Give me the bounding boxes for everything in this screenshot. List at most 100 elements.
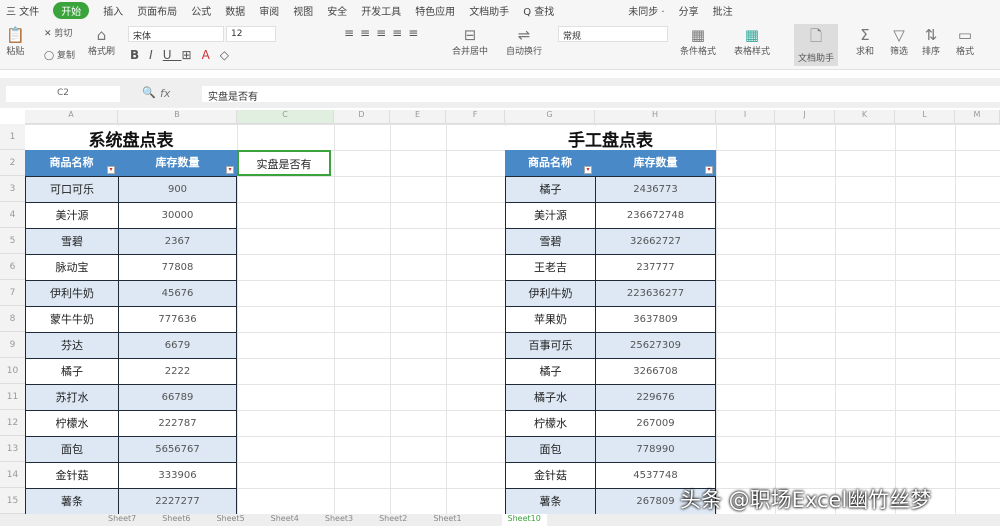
column-header[interactable]: B: [118, 110, 237, 124]
right-name-cell[interactable]: 雪碧: [505, 228, 596, 255]
left-name-cell[interactable]: 脉动宝: [25, 254, 119, 281]
menu-item[interactable]: 安全: [327, 3, 347, 18]
zoom-icon[interactable]: 🔍: [142, 86, 156, 99]
row-header[interactable]: 8: [0, 306, 25, 332]
format-button[interactable]: ▭ 格式: [956, 26, 974, 57]
right-name-cell[interactable]: 橘子: [505, 358, 596, 385]
sheet-tab[interactable]: Sheet7: [108, 514, 136, 526]
filter-button[interactable]: ▽ 筛选: [890, 26, 908, 57]
right-qty-cell[interactable]: 229676: [595, 384, 716, 411]
left-qty-cell[interactable]: 5656767: [118, 436, 237, 463]
number-format-select[interactable]: 常规: [558, 26, 668, 42]
right-qty-cell[interactable]: 267009: [595, 410, 716, 437]
paste-button[interactable]: 📋 粘贴: [6, 26, 25, 57]
column-header[interactable]: M: [955, 110, 1000, 124]
right-name-cell[interactable]: 苹果奶: [505, 306, 596, 333]
merge-button[interactable]: ⊟ 合并居中: [452, 26, 488, 57]
left-qty-cell[interactable]: 900: [118, 176, 237, 203]
menu-item[interactable]: 未同步 ·: [628, 3, 664, 18]
sheet-tab[interactable]: Sheet10: [501, 514, 547, 526]
row-header[interactable]: 15: [0, 488, 25, 514]
row-header[interactable]: 10: [0, 358, 25, 384]
cut-button[interactable]: ✕ 剪切: [44, 26, 72, 39]
right-qty-cell[interactable]: 223636277: [595, 280, 716, 307]
column-header[interactable]: A: [25, 110, 118, 124]
left-name-cell[interactable]: 可口可乐: [25, 176, 119, 203]
menu-item[interactable]: 分享: [679, 3, 699, 18]
left-name-cell[interactable]: 芬达: [25, 332, 119, 359]
sheet-tab[interactable]: Sheet3: [325, 514, 353, 526]
sheet-tab[interactable]: Sheet6: [162, 514, 190, 526]
menu-item[interactable]: 特色应用: [415, 3, 455, 18]
row-header[interactable]: 13: [0, 436, 25, 462]
right-name-cell[interactable]: 美汁源: [505, 202, 596, 229]
column-header[interactable]: H: [595, 110, 716, 124]
left-name-cell[interactable]: 苏打水: [25, 384, 119, 411]
right-qty-cell[interactable]: 778990: [595, 436, 716, 463]
column-header[interactable]: C: [237, 110, 334, 124]
menu-item[interactable]: 数据: [225, 3, 245, 18]
right-qty-cell[interactable]: 32662727: [595, 228, 716, 255]
left-qty-cell[interactable]: 66789: [118, 384, 237, 411]
menu-item[interactable]: 插入: [103, 3, 123, 18]
right-qty-cell[interactable]: 3637809: [595, 306, 716, 333]
right-qty-cell[interactable]: 236672748: [595, 202, 716, 229]
row-header[interactable]: 9: [0, 332, 25, 358]
right-name-cell[interactable]: 伊利牛奶: [505, 280, 596, 307]
right-qty-cell[interactable]: 237777: [595, 254, 716, 281]
row-header[interactable]: 3: [0, 176, 25, 202]
left-name-cell[interactable]: 金针菇: [25, 462, 119, 489]
fx-icon[interactable]: fx: [160, 87, 170, 100]
conditional-format-button[interactable]: ▦ 条件格式: [680, 26, 716, 57]
row-header[interactable]: 4: [0, 202, 25, 228]
column-header[interactable]: D: [334, 110, 390, 124]
font-size-select[interactable]: 12: [226, 26, 276, 42]
left-qty-cell[interactable]: 2367: [118, 228, 237, 255]
left-name-cell[interactable]: 薯条: [25, 488, 119, 515]
sort-button[interactable]: ⇅ 排序: [922, 26, 940, 57]
right-name-cell[interactable]: 薯条: [505, 488, 596, 515]
font-select[interactable]: 宋体: [128, 26, 224, 42]
right-name-cell[interactable]: 面包: [505, 436, 596, 463]
table-style-button[interactable]: ▦ 表格样式: [734, 26, 770, 57]
row-header[interactable]: 14: [0, 462, 25, 488]
menu-item[interactable]: 三 文件: [6, 3, 39, 18]
right-name-cell[interactable]: 金针菇: [505, 462, 596, 489]
row-header[interactable]: 11: [0, 384, 25, 410]
right-qty-cell[interactable]: 2436773: [595, 176, 716, 203]
right-name-cell[interactable]: 百事可乐: [505, 332, 596, 359]
name-box[interactable]: C2: [6, 86, 120, 102]
column-header[interactable]: E: [390, 110, 446, 124]
menu-item[interactable]: 公式: [191, 3, 211, 18]
row-header[interactable]: 5: [0, 228, 25, 254]
menu-item[interactable]: Q 查找: [523, 3, 554, 18]
format-painter-button[interactable]: ⌂ 格式刷: [88, 26, 115, 57]
sheet-tab[interactable]: Sheet4: [271, 514, 299, 526]
column-header[interactable]: I: [716, 110, 775, 124]
left-name-cell[interactable]: 雪碧: [25, 228, 119, 255]
left-qty-cell[interactable]: 222787: [118, 410, 237, 437]
doc-helper-button[interactable]: 🗋 文档助手: [794, 24, 839, 66]
left-name-cell[interactable]: 面包: [25, 436, 119, 463]
left-name-cell[interactable]: 蒙牛牛奶: [25, 306, 119, 333]
spreadsheet-grid[interactable]: A B C D E F G H I J K L M 1 2 3 4 5 6 7 8 9 10 11 12 13 14 15 系统盘点表商…: [0, 110, 1000, 515]
row-header[interactable]: 2: [0, 150, 25, 176]
menu-item[interactable]: 文档助手: [469, 3, 509, 18]
row-header[interactable]: 6: [0, 254, 25, 280]
right-qty-cell[interactable]: 3266708: [595, 358, 716, 385]
formula-input[interactable]: 实盘是否有: [202, 86, 1000, 103]
right-name-cell[interactable]: 橘子水: [505, 384, 596, 411]
left-qty-cell[interactable]: 777636: [118, 306, 237, 333]
right-qty-cell[interactable]: 25627309: [595, 332, 716, 359]
left-qty-cell[interactable]: 2222: [118, 358, 237, 385]
left-name-cell[interactable]: 柠檬水: [25, 410, 119, 437]
menu-item[interactable]: 视图: [293, 3, 313, 18]
column-header[interactable]: J: [775, 110, 835, 124]
left-qty-cell[interactable]: 45676: [118, 280, 237, 307]
menu-item[interactable]: 开始: [53, 1, 90, 19]
left-qty-cell[interactable]: 2227277: [118, 488, 237, 515]
row-header[interactable]: 12: [0, 410, 25, 436]
left-qty-cell[interactable]: 77808: [118, 254, 237, 281]
left-qty-cell[interactable]: 30000: [118, 202, 237, 229]
wrap-button[interactable]: ⇌ 自动换行: [506, 26, 542, 57]
